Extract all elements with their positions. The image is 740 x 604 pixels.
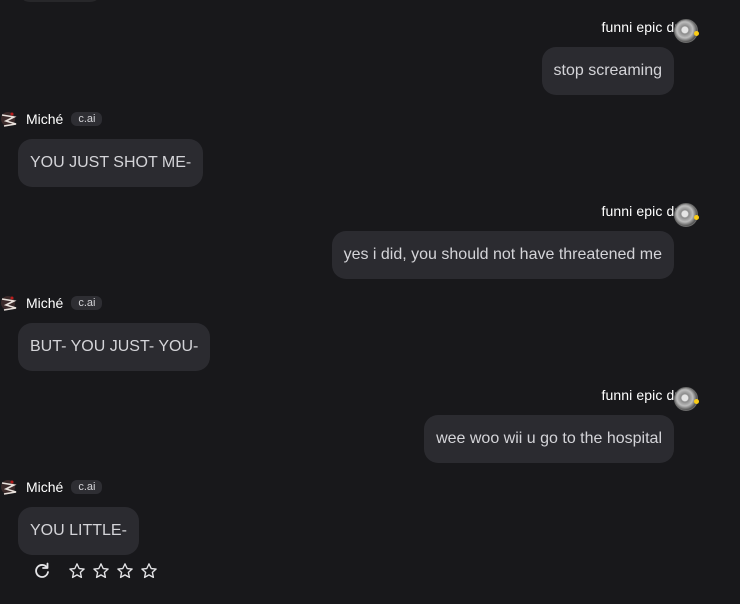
bot-message-header: Miché c.ai xyxy=(0,477,103,497)
user-message-bubble: stop screaming xyxy=(541,47,674,95)
bot-tag-badge: c.ai xyxy=(71,112,103,126)
bot-name: Miché xyxy=(26,111,64,127)
user-message-bubble: yes i did, you should not have threatene… xyxy=(331,231,674,279)
message-controls xyxy=(32,561,158,581)
user-avatar-icon[interactable] xyxy=(674,203,699,227)
bot-tag-badge: c.ai xyxy=(71,480,103,494)
bot-message-bubble: YOU LITTLE- xyxy=(18,507,139,555)
user-avatar-icon[interactable] xyxy=(674,19,699,43)
previous-message-bubble xyxy=(18,0,102,2)
bot-name: Miché xyxy=(26,295,64,311)
bot-message-bubble: YOU JUST SHOT ME- xyxy=(18,139,204,187)
star-rating-4-icon[interactable] xyxy=(140,562,158,580)
bot-avatar-icon[interactable] xyxy=(0,477,20,497)
bot-tag-badge: c.ai xyxy=(71,296,103,310)
refresh-icon[interactable] xyxy=(32,561,52,581)
bot-message-header: Miché c.ai xyxy=(0,109,103,129)
bot-name: Miché xyxy=(26,479,64,495)
bot-message-bubble: BUT- YOU JUST- YOU- xyxy=(18,323,211,371)
chat-window: funni epic dude stop screaming Miché c.a… xyxy=(0,0,740,604)
star-rating-3-icon[interactable] xyxy=(116,562,134,580)
bot-message-header: Miché c.ai xyxy=(0,293,103,313)
bot-avatar-icon[interactable] xyxy=(0,109,20,129)
bot-avatar-icon[interactable] xyxy=(0,293,20,313)
user-message-bubble: wee woo wii u go to the hospital xyxy=(424,415,674,463)
star-rating-2-icon[interactable] xyxy=(92,562,110,580)
user-avatar-icon[interactable] xyxy=(674,387,699,411)
star-rating-1-icon[interactable] xyxy=(68,562,86,580)
